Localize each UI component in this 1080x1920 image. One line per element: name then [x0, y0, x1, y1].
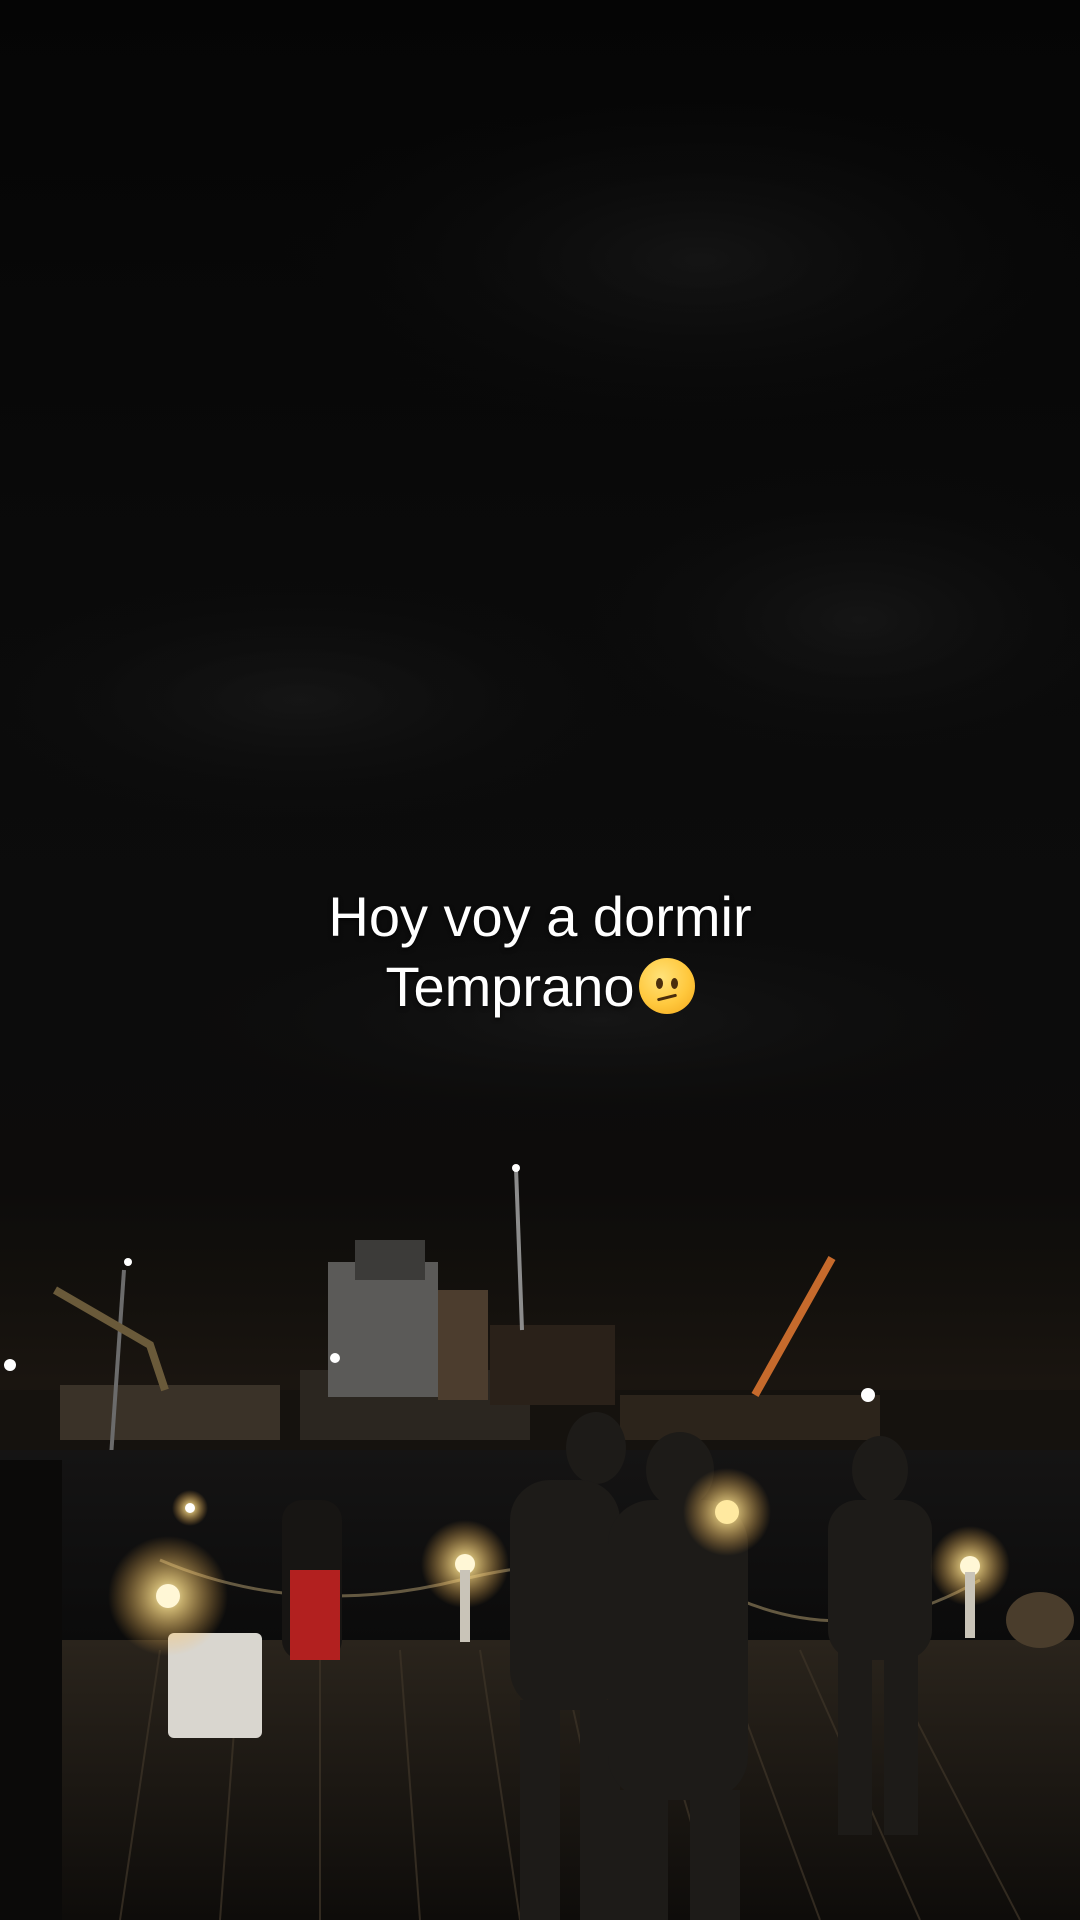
- caption-line-1: Hoy voy a dormir: [328, 885, 752, 948]
- confused-face-icon: [638, 958, 695, 1014]
- caption-line-2-text: Temprano: [385, 955, 635, 1018]
- port-skyline: [0, 1164, 1080, 1501]
- caption-line-2: Temprano: [0, 952, 1080, 1022]
- video-caption: Hoy voy a dormir Temprano: [0, 882, 1080, 1022]
- video-frame: Hoy voy a dormir Temprano: [0, 0, 1080, 1920]
